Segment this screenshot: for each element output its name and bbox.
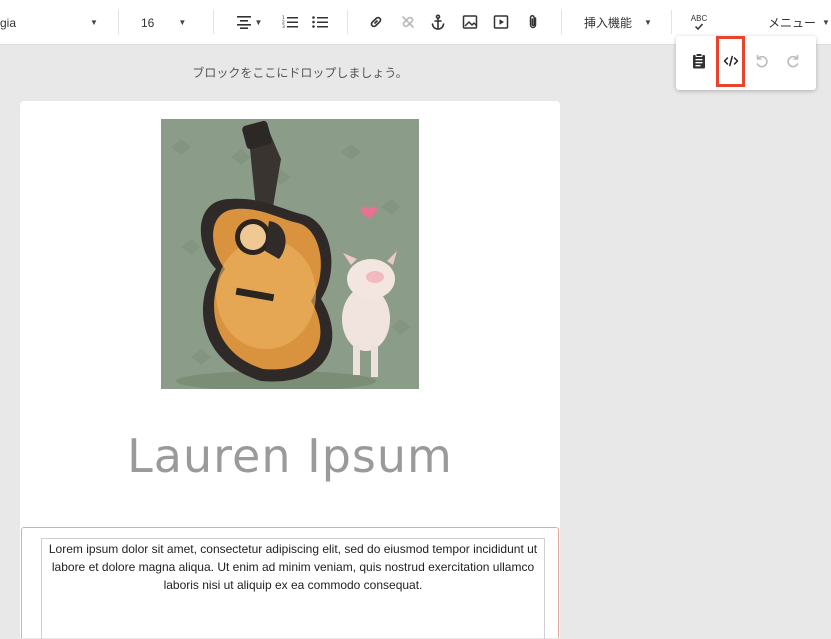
attachment-icon <box>526 14 540 30</box>
align-button[interactable]: ▼ <box>232 11 266 33</box>
link-icon <box>368 14 384 30</box>
svg-text:3: 3 <box>282 24 285 29</box>
font-family-select[interactable]: gia ▼ <box>0 0 100 45</box>
insert-label: 挿入機能 <box>584 16 633 30</box>
toolbar-divider <box>561 10 562 34</box>
anchor-button[interactable] <box>427 11 449 33</box>
guitar-pig-image[interactable] <box>161 119 419 389</box>
redo-button[interactable] <box>781 52 805 74</box>
page-title[interactable]: Lauren Ipsum <box>20 429 560 483</box>
body-text[interactable]: Lorem ipsum dolor sit amet, consectetur … <box>41 538 545 639</box>
font-size-value: 16 <box>141 15 155 30</box>
undo-button[interactable] <box>750 52 774 74</box>
more-actions-popup <box>676 36 816 90</box>
clipboard-button[interactable] <box>687 52 711 74</box>
video-icon <box>493 14 509 30</box>
spellcheck-icon: ABC <box>691 14 707 30</box>
drop-hint: ブロックをここにドロップしましょう。 <box>192 66 408 80</box>
chevron-down-icon: ▼ <box>178 18 187 27</box>
chevron-down-icon: ▼ <box>644 18 652 27</box>
editor-canvas: Lauren Ipsum Lorem ipsum dolor sit amet,… <box>20 101 560 639</box>
redo-icon <box>785 53 801 74</box>
chevron-down-icon: ▼ <box>822 18 830 27</box>
bullet-list-icon <box>312 15 328 29</box>
anchor-icon <box>430 14 446 30</box>
unlink-button[interactable] <box>397 11 419 33</box>
video-button[interactable] <box>490 11 512 33</box>
insert-dropdown[interactable]: 挿入機能 ▼ <box>584 0 652 45</box>
image-button[interactable] <box>459 11 481 33</box>
chevron-down-icon: ▼ <box>90 18 98 27</box>
spellcheck-label: ABC <box>690 14 708 23</box>
text-block[interactable]: Lorem ipsum dolor sit amet, consectetur … <box>21 527 559 639</box>
font-size-select[interactable]: 16 ▼ <box>141 0 191 45</box>
link-button[interactable] <box>365 11 387 33</box>
toolbar-divider <box>347 10 348 34</box>
ordered-list-button[interactable]: 123 <box>279 11 301 33</box>
clipboard-icon <box>692 52 706 74</box>
menu-label: メニュー <box>768 16 817 30</box>
image-icon <box>462 14 478 30</box>
bullet-list-button[interactable] <box>309 11 331 33</box>
align-center-icon <box>236 15 252 29</box>
toolbar-divider <box>213 10 214 34</box>
unlink-icon <box>400 14 416 30</box>
code-view-highlight <box>716 36 745 87</box>
ordered-list-icon: 123 <box>282 15 298 29</box>
toolbar-divider <box>118 10 119 34</box>
font-family-value: gia <box>0 15 17 30</box>
toolbar-divider <box>671 10 672 34</box>
attachment-button[interactable] <box>522 11 544 33</box>
chevron-down-icon: ▼ <box>254 17 263 27</box>
spellcheck-button[interactable]: ABC <box>688 9 710 35</box>
undo-icon <box>754 53 770 74</box>
guitar-pig-illustration <box>161 119 419 389</box>
